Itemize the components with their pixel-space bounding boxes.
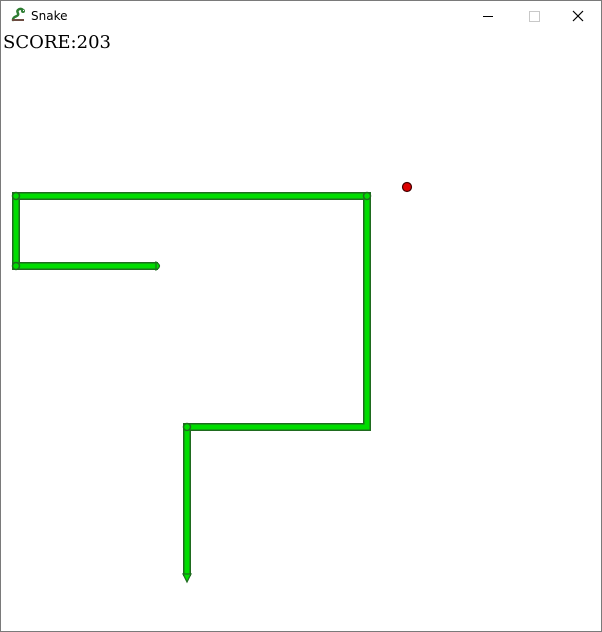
snake-window: Snake SCORE:203 (0, 0, 602, 632)
title-bar[interactable]: Snake (1, 1, 601, 31)
snake-icon (11, 7, 25, 22)
maximize-icon (529, 11, 540, 22)
window-title: Snake (31, 9, 68, 23)
game-area[interactable]: SCORE:203 (1, 31, 601, 631)
close-icon (572, 10, 584, 22)
maximize-button[interactable] (511, 1, 557, 31)
close-button[interactable] (555, 1, 601, 31)
snake-joint (11, 191, 21, 201)
snake-joint (11, 261, 21, 271)
score-label: SCORE:203 (3, 32, 111, 53)
minimize-button[interactable] (465, 1, 511, 31)
snake-tip (182, 573, 192, 584)
snake-joint (182, 422, 192, 432)
game-board (11, 181, 413, 584)
minimize-icon (483, 16, 493, 17)
food-dot (401, 181, 413, 193)
snake-end (155, 260, 161, 272)
snake-body-outline (12, 192, 371, 576)
snake-joint (362, 191, 372, 201)
snake-body (13, 193, 370, 576)
